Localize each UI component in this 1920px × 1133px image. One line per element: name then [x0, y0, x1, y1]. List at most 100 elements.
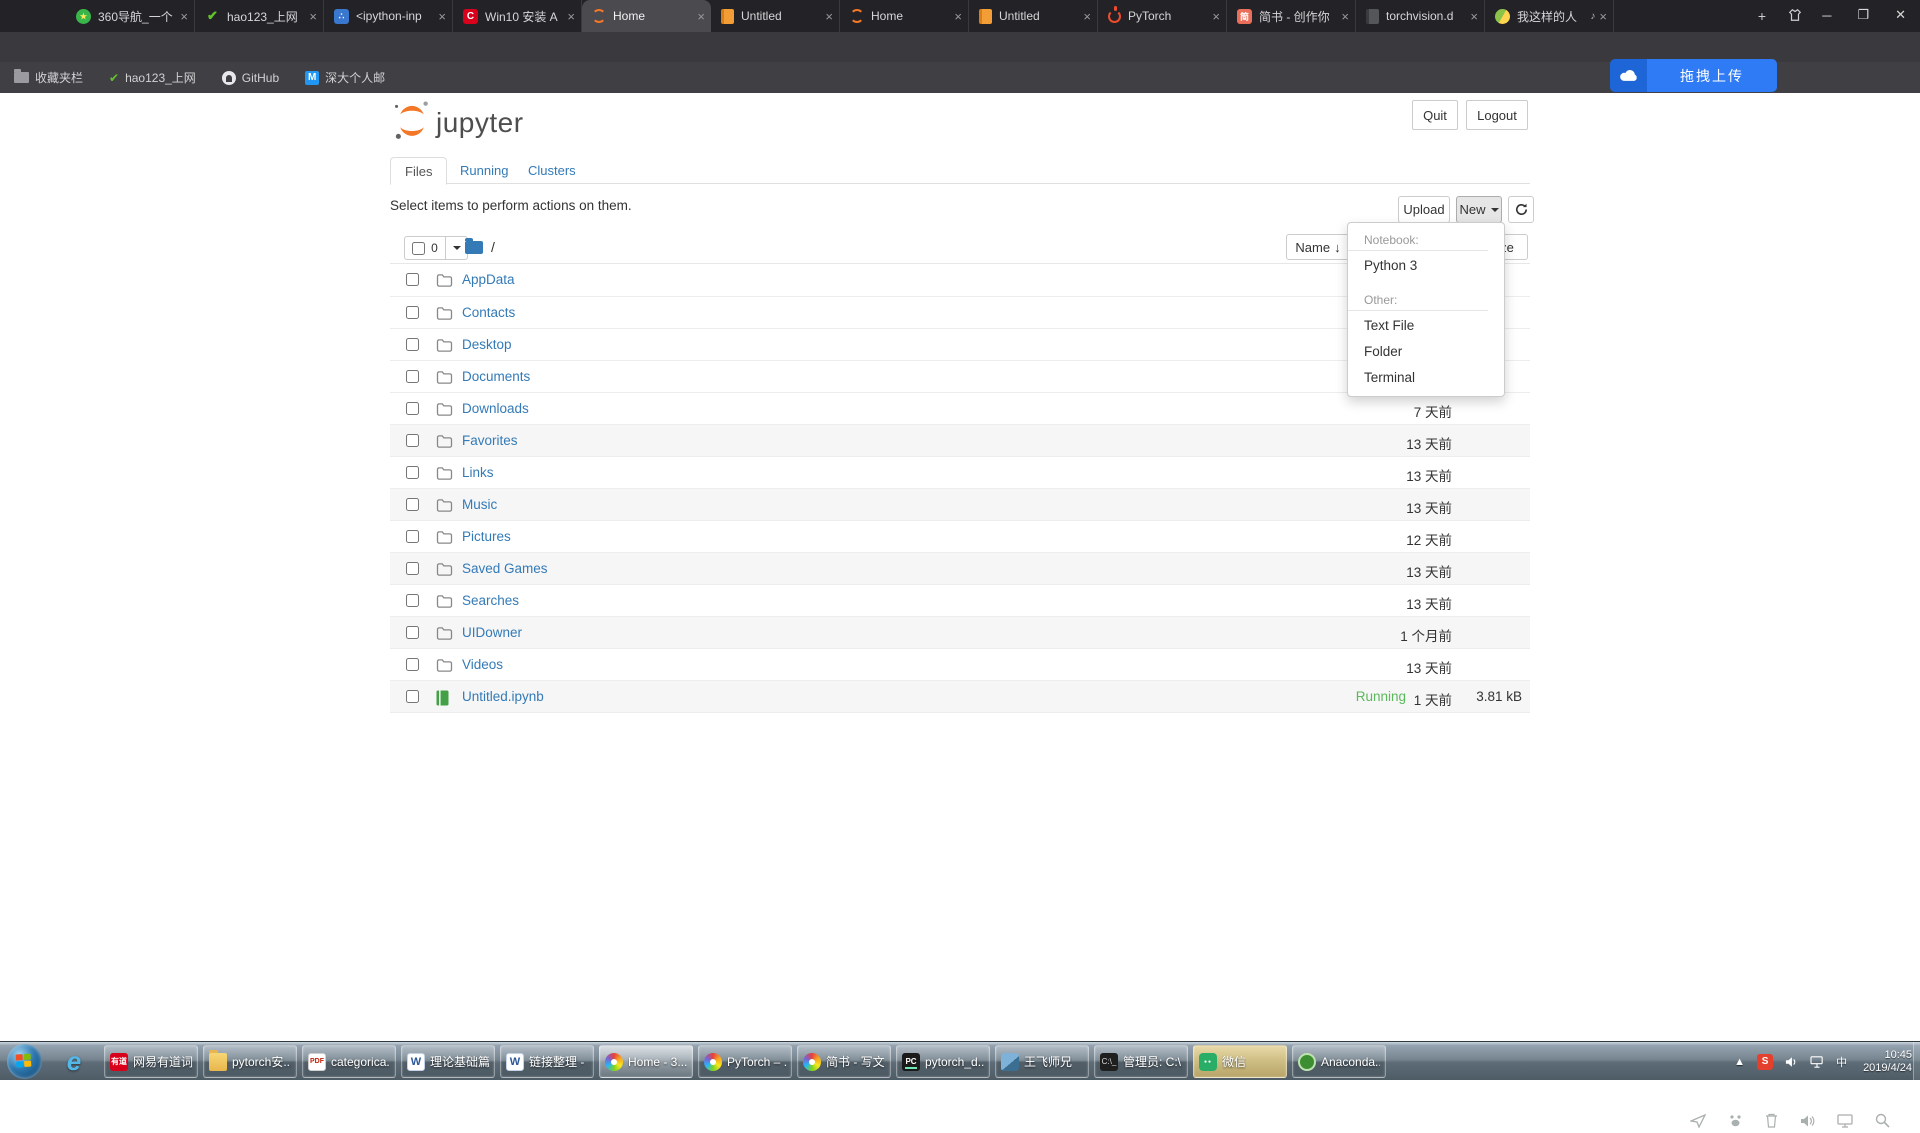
- sort-name-button[interactable]: Name↓: [1286, 234, 1350, 260]
- bookmark-github[interactable]: GitHub: [222, 71, 279, 85]
- paw-icon[interactable]: [1728, 1114, 1743, 1133]
- browser-tab[interactable]: 360导航_一个×: [66, 0, 195, 32]
- table-row[interactable]: Saved Games 13 天前: [390, 552, 1530, 584]
- browser-tab[interactable]: 我这样的人♪×: [1485, 0, 1614, 32]
- tab-close-icon[interactable]: ×: [1470, 9, 1478, 24]
- browser-tab[interactable]: Home×: [840, 0, 969, 32]
- row-checkbox[interactable]: [406, 370, 419, 383]
- tray-network-icon[interactable]: [1810, 1056, 1824, 1068]
- row-checkbox[interactable]: [406, 658, 419, 671]
- tab-close-icon[interactable]: ×: [180, 9, 188, 24]
- quit-button[interactable]: Quit: [1412, 100, 1458, 130]
- row-checkbox[interactable]: [406, 466, 419, 479]
- table-row[interactable]: UIDowner 1 个月前: [390, 616, 1530, 648]
- taskbar-button-pycharm[interactable]: PCpytorch_d...: [896, 1045, 990, 1078]
- new-tab-button[interactable]: +: [1758, 8, 1766, 24]
- browser-tab[interactable]: Untitled×: [969, 0, 1098, 32]
- tab-close-icon[interactable]: ×: [1212, 9, 1220, 24]
- taskbar-button-photo[interactable]: 王飞师兄: [995, 1045, 1089, 1078]
- browser-tab-active[interactable]: Home×: [582, 0, 711, 32]
- table-row[interactable]: Links 13 天前: [390, 456, 1530, 488]
- tray-speaker-icon[interactable]: [1785, 1056, 1798, 1068]
- file-link[interactable]: Desktop: [462, 337, 512, 352]
- menu-item-folder[interactable]: Folder: [1348, 339, 1504, 365]
- tray-clock[interactable]: 10:45 2019/4/24: [1863, 1049, 1912, 1075]
- file-link[interactable]: Contacts: [462, 305, 515, 320]
- browser-tab[interactable]: hao123_上网×: [195, 0, 324, 32]
- tab-close-icon[interactable]: ×: [309, 9, 317, 24]
- browser-tab[interactable]: PyTorch×: [1098, 0, 1227, 32]
- row-checkbox[interactable]: [406, 498, 419, 511]
- tab-clusters[interactable]: Clusters: [514, 157, 590, 184]
- file-link[interactable]: Documents: [462, 369, 530, 384]
- taskbar-button-browser-pytorch[interactable]: PyTorch – ...: [698, 1045, 792, 1078]
- menu-item-terminal[interactable]: Terminal: [1348, 365, 1504, 391]
- row-checkbox[interactable]: [406, 338, 419, 351]
- send-icon[interactable]: [1690, 1114, 1706, 1133]
- bookmarks-folder[interactable]: 收藏夹栏: [14, 69, 83, 86]
- show-desktop-button[interactable]: [1913, 1042, 1920, 1081]
- tab-files[interactable]: Files: [390, 157, 447, 185]
- bookmark-hao123[interactable]: ✔hao123_上网: [109, 69, 196, 86]
- file-link[interactable]: Searches: [462, 593, 519, 608]
- file-link[interactable]: Favorites: [462, 433, 518, 448]
- row-checkbox[interactable]: [406, 690, 419, 703]
- menu-item-text-file[interactable]: Text File: [1348, 313, 1504, 339]
- internet-explorer-button[interactable]: e: [50, 1044, 98, 1079]
- table-row[interactable]: Untitled.ipynb Running 1 天前 3.81 kB: [390, 680, 1530, 712]
- row-checkbox[interactable]: [406, 626, 419, 639]
- browser-tab[interactable]: torchvision.d×: [1356, 0, 1485, 32]
- speaker-icon[interactable]: [1800, 1114, 1815, 1133]
- row-checkbox[interactable]: [406, 530, 419, 543]
- tab-running[interactable]: Running: [446, 157, 522, 184]
- taskbar-button-wechat[interactable]: 微信: [1193, 1045, 1287, 1078]
- bookmark-mail[interactable]: M深大个人邮: [305, 69, 385, 86]
- taskbar-button-youdao[interactable]: 有道网易有道词...: [104, 1045, 198, 1078]
- tab-close-icon[interactable]: ×: [825, 9, 833, 24]
- upload-button[interactable]: Upload: [1398, 196, 1450, 223]
- file-link[interactable]: Videos: [462, 657, 503, 672]
- tab-close-icon[interactable]: ×: [1083, 9, 1091, 24]
- table-row[interactable]: Videos 13 天前: [390, 648, 1530, 680]
- skin-icon[interactable]: [1788, 8, 1802, 25]
- file-link[interactable]: Saved Games: [462, 561, 548, 576]
- browser-tab[interactable]: <ipython-inp×: [324, 0, 453, 32]
- restore-button[interactable]: ❐: [1857, 7, 1869, 23]
- tab-close-icon[interactable]: ×: [1599, 9, 1607, 24]
- row-checkbox[interactable]: [406, 273, 419, 286]
- trash-icon[interactable]: [1765, 1113, 1778, 1133]
- input-language-icon[interactable]: 中: [1836, 1054, 1847, 1070]
- file-link[interactable]: Music: [462, 497, 497, 512]
- table-row[interactable]: Favorites 13 天前: [390, 424, 1530, 456]
- file-link[interactable]: Downloads: [462, 401, 529, 416]
- taskbar-button-anaconda[interactable]: Anaconda...: [1292, 1045, 1386, 1078]
- file-link[interactable]: Untitled.ipynb: [462, 689, 544, 704]
- taskbar-button-browser-home[interactable]: Home - 3...: [599, 1045, 693, 1078]
- taskbar-button-browser-jianshu[interactable]: 简书 - 写文...: [797, 1045, 891, 1078]
- logout-button[interactable]: Logout: [1466, 100, 1528, 130]
- row-checkbox[interactable]: [406, 402, 419, 415]
- tab-close-icon[interactable]: ×: [697, 9, 705, 24]
- menu-item-python3[interactable]: Python 3: [1348, 253, 1504, 279]
- file-link[interactable]: AppData: [462, 272, 515, 287]
- browser-tab[interactable]: Win10 安装 A×: [453, 0, 582, 32]
- row-checkbox[interactable]: [406, 306, 419, 319]
- taskbar-button-folder[interactable]: pytorch安...: [203, 1045, 297, 1078]
- row-checkbox[interactable]: [406, 434, 419, 447]
- browser-tab[interactable]: Untitled×: [711, 0, 840, 32]
- sogou-input-icon[interactable]: S: [1757, 1054, 1773, 1070]
- breadcrumb-folder-icon[interactable]: [465, 241, 483, 254]
- tray-expand-icon[interactable]: ▲: [1734, 1056, 1745, 1068]
- minimize-button[interactable]: ─: [1822, 8, 1831, 23]
- tab-close-icon[interactable]: ×: [954, 9, 962, 24]
- breadcrumb[interactable]: /: [491, 239, 495, 255]
- select-all-group[interactable]: 0: [404, 236, 468, 260]
- magnifier-icon[interactable]: [1875, 1113, 1890, 1133]
- taskbar-button-cmd[interactable]: C:\_管理员: C:\...: [1094, 1045, 1188, 1078]
- table-row[interactable]: Music 13 天前: [390, 488, 1530, 520]
- monitor-icon[interactable]: [1837, 1114, 1853, 1133]
- taskbar-button-word2[interactable]: W链接整理 - ...: [500, 1045, 594, 1078]
- file-link[interactable]: Pictures: [462, 529, 511, 544]
- table-row[interactable]: Pictures 12 天前: [390, 520, 1530, 552]
- tab-close-icon[interactable]: ×: [438, 9, 446, 24]
